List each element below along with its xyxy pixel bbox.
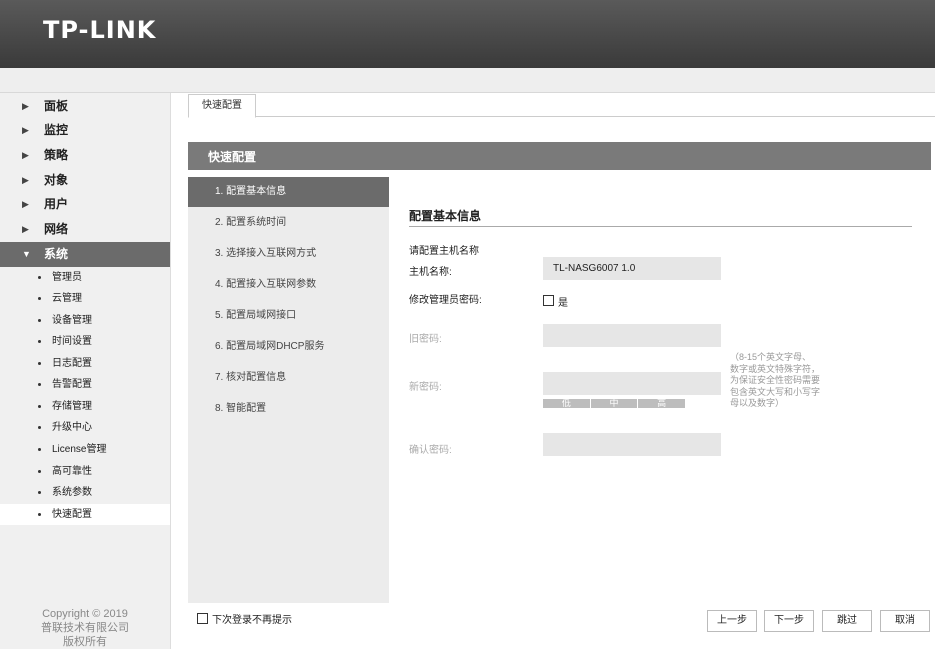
- submenu-item-storage[interactable]: 存储管理: [0, 396, 170, 417]
- step-lan-dhcp[interactable]: 6. 配置局域网DHCP服务: [188, 332, 389, 362]
- bullet-icon: [38, 426, 41, 429]
- confirm-password-input[interactable]: [543, 433, 721, 456]
- hostname-input[interactable]: [543, 257, 721, 280]
- bullet-icon: [38, 297, 41, 300]
- step-basic-info[interactable]: 1. 配置基本信息: [188, 177, 389, 207]
- no-prompt-checkbox[interactable]: [197, 613, 208, 624]
- sidebar-item-system[interactable]: ▼ 系统: [0, 242, 170, 267]
- wizard-steps: 1. 配置基本信息 2. 配置系统时间 3. 选择接入互联网方式 4. 配置接入…: [188, 177, 389, 603]
- bullet-icon: [38, 383, 41, 386]
- submenu-item-upgrade[interactable]: 升级中心: [0, 417, 170, 438]
- password-hint: （8-15个英文字母、 数字或英文特殊字符， 为保证安全性密码需要 包含英文大写…: [730, 352, 821, 408]
- bullet-icon: [38, 405, 41, 408]
- sidebar-item-policy[interactable]: ▶ 策略: [0, 143, 170, 167]
- section-title: 配置基本信息: [409, 209, 482, 223]
- step-smart-config[interactable]: 8. 智能配置: [188, 394, 389, 424]
- tab-bar: 快速配置: [188, 92, 935, 118]
- change-password-label: 修改管理员密码:: [409, 295, 482, 306]
- sidebar-item-object[interactable]: ▶ 对象: [0, 168, 170, 192]
- confirm-password-label: 确认密码:: [409, 445, 452, 456]
- cancel-button[interactable]: 取消: [880, 610, 930, 632]
- step-internet-params[interactable]: 4. 配置接入互联网参数: [188, 270, 389, 300]
- top-header: TP-LINK: [0, 0, 935, 68]
- submenu-item-time[interactable]: 时间设置: [0, 331, 170, 352]
- bullet-icon: [38, 448, 41, 451]
- section-divider: [409, 226, 912, 227]
- sidebar-item-user[interactable]: ▶ 用户: [0, 192, 170, 216]
- hostname-label: 主机名称:: [409, 267, 452, 278]
- change-password-option: 是: [558, 298, 568, 309]
- old-password-label: 旧密码:: [409, 334, 442, 345]
- bullet-icon: [38, 513, 41, 516]
- submenu-item-alarm[interactable]: 告警配置: [0, 374, 170, 395]
- sidebar: ▶ 面板 ▶ 监控 ▶ 策略 ▶ 对象 ▶ 用户 ▶ 网络 ▼ 系统 管理员 云管理 设备管理…: [0, 93, 171, 649]
- submenu-item-device[interactable]: 设备管理: [0, 310, 170, 331]
- caret-right-icon: ▶: [22, 125, 29, 135]
- caret-right-icon: ▶: [22, 101, 29, 111]
- strength-high: 高: [638, 399, 687, 408]
- bullet-icon: [38, 491, 41, 494]
- strength-medium: 中: [590, 399, 639, 408]
- panel-title-bar: 快速配置: [188, 142, 931, 170]
- step-system-time[interactable]: 2. 配置系统时间: [188, 208, 389, 238]
- old-password-input[interactable]: [543, 324, 721, 347]
- copyright: Copyright © 2019 普联技术有限公司 版权所有: [41, 608, 129, 648]
- sidebar-item-network[interactable]: ▶ 网络: [0, 217, 170, 241]
- change-password-checkbox[interactable]: [543, 295, 554, 306]
- caret-down-icon: ▼: [22, 249, 31, 259]
- no-prompt-label: 下次登录不再提示: [212, 615, 292, 626]
- hostname-prompt: 请配置主机名称: [409, 246, 479, 257]
- tp-link-logo: TP-LINK: [43, 16, 157, 44]
- sub-header-bar: [0, 68, 935, 93]
- step-review[interactable]: 7. 核对配置信息: [188, 363, 389, 393]
- caret-right-icon: ▶: [22, 224, 29, 234]
- password-strength-meter: 低 中 高: [543, 399, 687, 408]
- new-password-input[interactable]: [543, 372, 721, 395]
- skip-button[interactable]: 跳过: [822, 610, 872, 632]
- submenu-item-license[interactable]: License管理: [0, 439, 170, 460]
- bullet-icon: [38, 362, 41, 365]
- caret-right-icon: ▶: [22, 150, 29, 160]
- bullet-icon: [38, 470, 41, 473]
- submenu-item-admin[interactable]: 管理员: [0, 267, 170, 288]
- tab-quick-config[interactable]: 快速配置: [188, 94, 256, 118]
- new-password-label: 新密码:: [409, 382, 442, 393]
- sidebar-item-dashboard[interactable]: ▶ 面板: [0, 94, 170, 118]
- prev-button[interactable]: 上一步: [707, 610, 757, 632]
- bullet-icon: [38, 276, 41, 279]
- bullet-icon: [38, 319, 41, 322]
- next-button[interactable]: 下一步: [764, 610, 814, 632]
- caret-right-icon: ▶: [22, 199, 29, 209]
- submenu-item-quick-config[interactable]: 快速配置: [0, 504, 170, 525]
- submenu-item-ha[interactable]: 高可靠性: [0, 461, 170, 482]
- submenu-item-log[interactable]: 日志配置: [0, 353, 170, 374]
- sidebar-item-monitor[interactable]: ▶ 监控: [0, 118, 170, 142]
- step-lan-interface[interactable]: 5. 配置局域网接口: [188, 301, 389, 331]
- step-internet-mode[interactable]: 3. 选择接入互联网方式: [188, 239, 389, 269]
- caret-right-icon: ▶: [22, 175, 29, 185]
- submenu-item-cloud[interactable]: 云管理: [0, 288, 170, 309]
- submenu-item-params[interactable]: 系统参数: [0, 482, 170, 503]
- bullet-icon: [38, 340, 41, 343]
- panel-title: 快速配置: [208, 150, 257, 164]
- strength-low: 低: [543, 399, 591, 408]
